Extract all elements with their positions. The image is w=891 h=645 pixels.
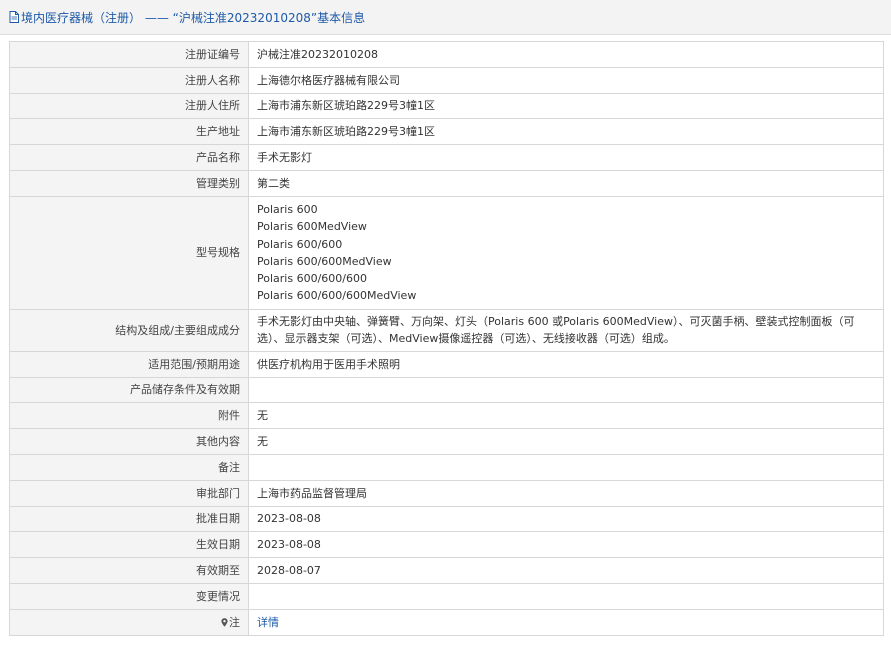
table-row: 附件 无	[9, 402, 884, 430]
table-row: 其他内容 无	[9, 428, 884, 455]
field-label: 附件	[9, 402, 249, 430]
page-title: 境内医疗器械（注册） —— “沪械注准20232010208”基本信息	[21, 9, 365, 26]
field-value	[248, 376, 884, 404]
model-item: Polaris 600/600MedView	[257, 254, 392, 268]
field-value: 上海市浦东新区琥珀路229号3幢1区	[248, 92, 884, 120]
table-row: 产品储存条件及有效期	[9, 376, 884, 404]
field-value: 无	[248, 428, 884, 455]
model-item: Polaris 600/600/600	[257, 271, 367, 285]
table-row: 审批部门 上海市药品监督管理局	[9, 479, 884, 507]
table-row: 有效期至 2028-08-07	[9, 557, 884, 584]
field-value: 手术无影灯	[248, 144, 884, 171]
model-item: Polaris 600	[257, 203, 318, 217]
table-row: 管理类别 第二类	[9, 169, 884, 197]
table-row: 生产地址 上海市浦东新区琥珀路229号3幢1区	[9, 118, 884, 146]
field-label: 其他内容	[9, 428, 249, 455]
field-label: 变更情况	[9, 582, 249, 610]
field-value: 2023-08-08	[248, 505, 884, 533]
field-value: 上海市浦东新区琥珀路229号3幢1区	[248, 118, 884, 146]
pin-icon	[221, 617, 228, 627]
field-label: 产品名称	[9, 144, 249, 171]
field-label: 产品储存条件及有效期	[9, 376, 249, 404]
field-value: 上海市药品监督管理局	[248, 479, 884, 507]
table-row: 适用范围/预期用途 供医疗机构用于医用手术照明	[9, 350, 884, 378]
model-item: Polaris 600/600	[257, 237, 343, 251]
field-label: 备注	[9, 453, 249, 481]
table-row-composition: 结构及组成/主要组成成分 手术无影灯由中央轴、弹簧臂、万向架、灯头（Polari…	[9, 308, 884, 352]
field-label: 结构及组成/主要组成成分	[9, 308, 249, 352]
page-header: 境内医疗器械（注册） —— “沪械注准20232010208”基本信息	[0, 0, 891, 35]
field-label: 批准日期	[9, 505, 249, 533]
table-row: 生效日期 2023-08-08	[9, 531, 884, 559]
notes-label-cell: 注	[9, 608, 249, 636]
details-link[interactable]: 详情	[257, 616, 279, 629]
table-row: 产品名称 手术无影灯	[9, 144, 884, 171]
field-label: 生产地址	[9, 118, 249, 146]
model-item: Polaris 600MedView	[257, 220, 367, 234]
notes-label: 注	[229, 615, 240, 629]
field-label: 注册证编号	[9, 41, 249, 68]
model-item: Polaris 600/600/600MedView	[257, 289, 417, 303]
table-row: 备注	[9, 453, 884, 481]
field-value: 2023-08-08	[248, 531, 884, 559]
table-row: 注册证编号 沪械注准20232010208	[9, 41, 884, 68]
field-label: 适用范围/预期用途	[9, 350, 249, 378]
table-row-models: 型号规格 Polaris 600 Polaris 600MedView Pola…	[9, 195, 884, 310]
breadcrumb-link[interactable]: 境内医疗器械（注册）	[21, 11, 141, 25]
field-value: 无	[248, 402, 884, 430]
table-row: 注册人名称 上海德尔格医疗器械有限公司	[9, 66, 884, 94]
field-label: 生效日期	[9, 531, 249, 559]
field-label: 型号规格	[9, 195, 249, 310]
table-row: 批准日期 2023-08-08	[9, 505, 884, 533]
field-label: 有效期至	[9, 557, 249, 584]
field-label: 管理类别	[9, 169, 249, 197]
model-list: Polaris 600 Polaris 600MedView Polaris 6…	[248, 195, 884, 310]
record-title: “沪械注准20232010208”基本信息	[172, 10, 366, 25]
detail-table: 注册证编号 沪械注准20232010208 注册人名称 上海德尔格医疗器械有限公…	[9, 41, 884, 636]
field-value: 沪械注准20232010208	[248, 41, 884, 68]
field-value: 供医疗机构用于医用手术照明	[248, 350, 884, 378]
field-value: 手术无影灯由中央轴、弹簧臂、万向架、灯头（Polaris 600 或Polari…	[248, 308, 884, 352]
title-separator: ——	[144, 10, 169, 25]
field-label: 审批部门	[9, 479, 249, 507]
field-value	[248, 582, 884, 610]
field-value: 第二类	[248, 169, 884, 197]
field-label: 注册人名称	[9, 66, 249, 94]
table-row: 变更情况	[9, 582, 884, 610]
table-row: 注册人住所 上海市浦东新区琥珀路229号3幢1区	[9, 92, 884, 120]
field-value: 2028-08-07	[248, 557, 884, 584]
field-label: 注册人住所	[9, 92, 249, 120]
field-value	[248, 453, 884, 481]
notes-value-cell: 详情	[248, 608, 884, 636]
table-row-notes: 注 详情	[9, 608, 884, 636]
document-icon	[9, 11, 19, 23]
field-value: 上海德尔格医疗器械有限公司	[248, 66, 884, 94]
